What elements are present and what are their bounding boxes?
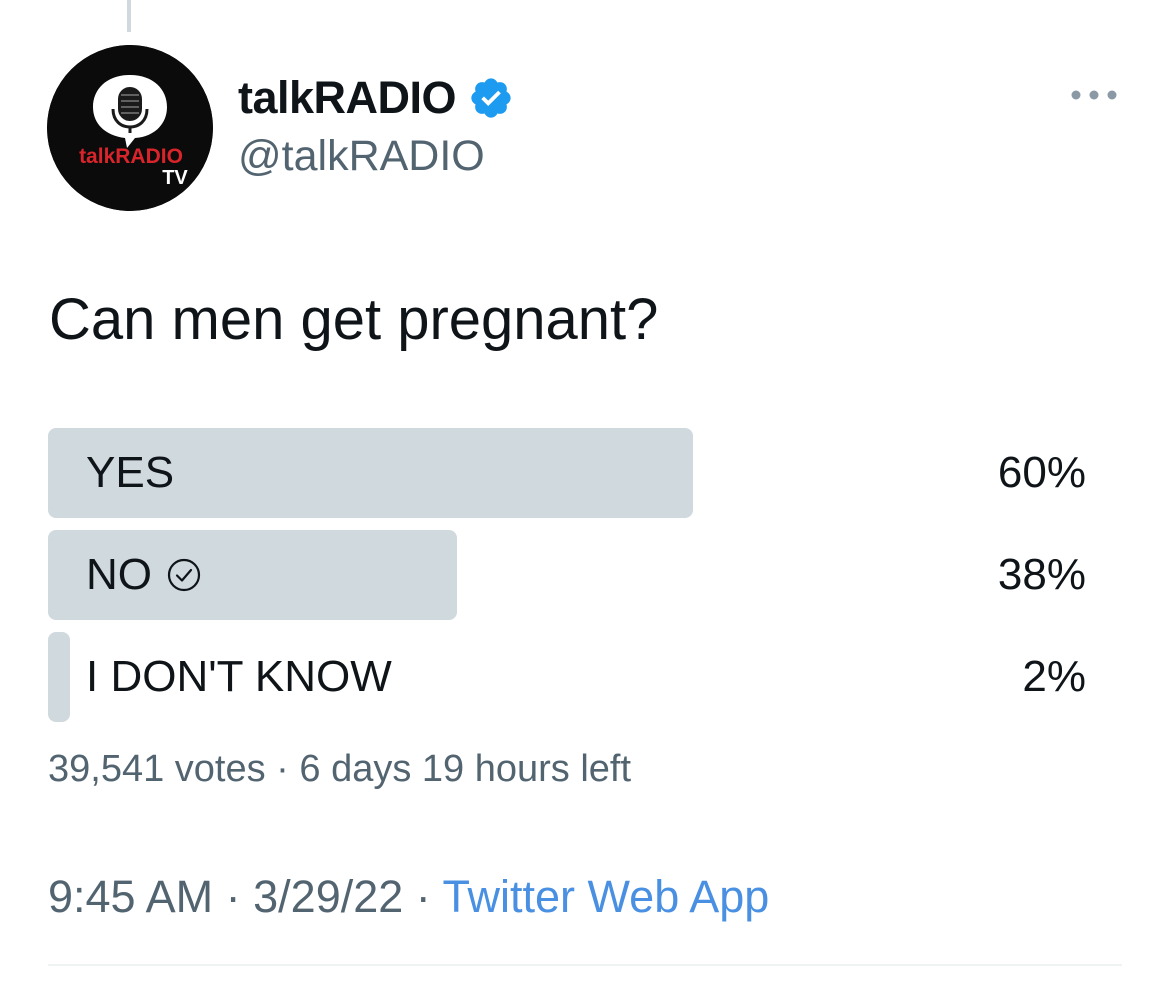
author-handle[interactable]: @talkRADIO — [238, 132, 485, 181]
tweet-metadata: 9:45 AM · 3/29/22 · Twitter Web App — [48, 871, 769, 923]
divider — [48, 964, 1122, 966]
poll-option-dont-know[interactable]: I DON'T KNOW 2% — [48, 632, 1088, 722]
verified-badge-icon — [471, 78, 511, 118]
separator-dot: · — [415, 871, 431, 922]
poll-option-percent: 60% — [997, 448, 1086, 497]
tweet-text: Can men get pregnant? — [49, 287, 659, 352]
poll-option-no[interactable]: NO 38% — [48, 530, 1088, 620]
tweet-date[interactable]: 3/29/22 — [253, 871, 403, 922]
avatar[interactable]: talkRADIO TV — [47, 45, 213, 211]
tweet-source-link[interactable]: Twitter Web App — [443, 871, 770, 922]
separator-dot: · — [225, 871, 241, 922]
tweet-time[interactable]: 9:45 AM — [48, 871, 213, 922]
poll-vote-count: 39,541 votes — [48, 748, 266, 790]
microphone-logo-icon: talkRADIO TV — [47, 45, 213, 211]
thread-connector-line — [127, 0, 131, 32]
poll-time-left: 6 days 19 hours left — [299, 748, 632, 790]
poll-option-percent: 38% — [997, 550, 1086, 599]
check-circle-icon — [167, 558, 201, 592]
poll-option-percent: 2% — [1022, 652, 1086, 701]
svg-text:TV: TV — [162, 167, 188, 189]
poll-option-label: NO — [86, 550, 152, 599]
poll-option-bar — [48, 632, 70, 722]
ellipsis-icon[interactable] — [1066, 80, 1122, 110]
poll-option-label: I DON'T KNOW — [86, 652, 392, 701]
svg-text:talkRADIO: talkRADIO — [79, 145, 183, 168]
poll-meta: 39,541 votes · 6 days 19 hours left — [48, 748, 631, 791]
poll-option-yes[interactable]: YES 60% — [48, 428, 1088, 518]
poll-option-label: YES — [86, 448, 175, 497]
author-name-row[interactable]: talkRADIO — [238, 72, 514, 124]
separator-dot: · — [276, 748, 289, 790]
display-name[interactable]: talkRADIO — [238, 72, 457, 124]
poll: YES 60% NO 38% I DON'T KNOW 2% — [48, 428, 1088, 734]
